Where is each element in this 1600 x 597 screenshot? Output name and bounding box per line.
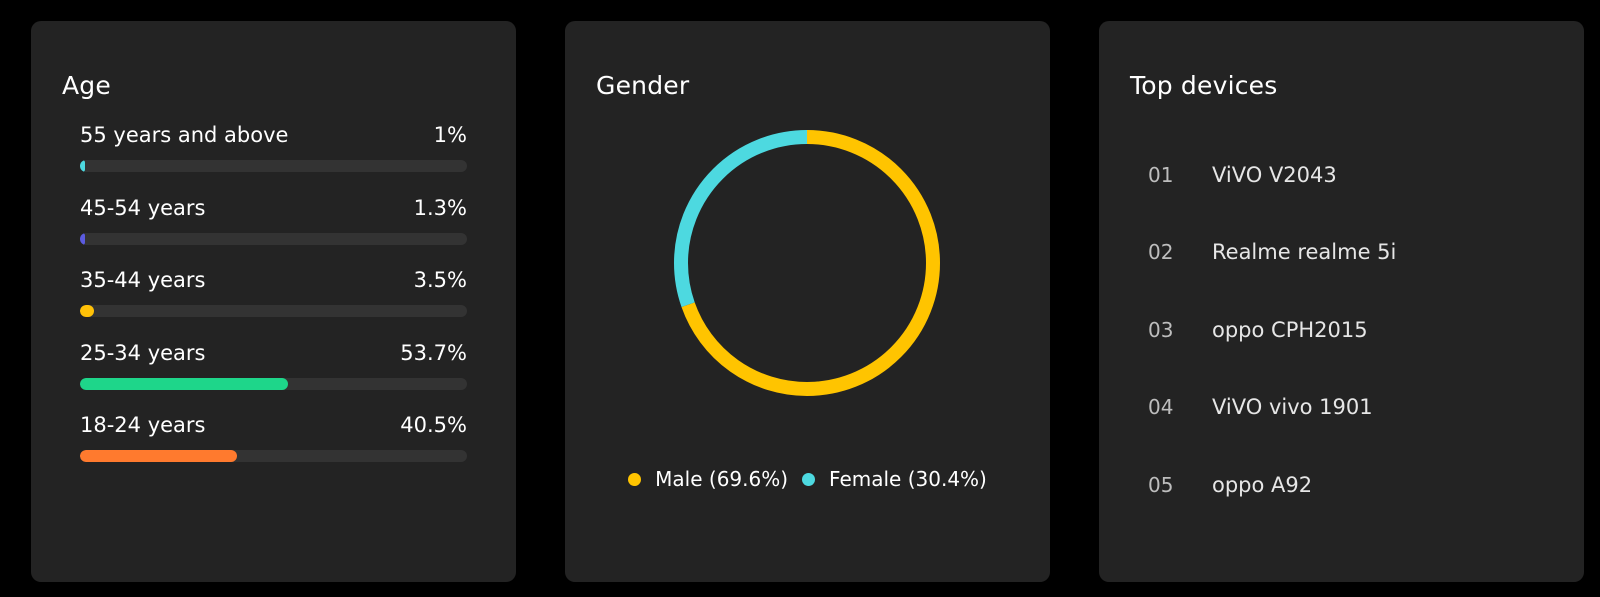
legend-label-male: Male (69.6%) [655,467,789,491]
age-title: Age [62,71,111,100]
age-row: 18-24 years 40.5% [80,412,467,485]
age-bar-track [80,305,467,317]
device-name: oppo A92 [1212,472,1313,497]
age-row: 25-34 years 53.7% [80,340,467,413]
device-list-item: 01 ViVO V2043 [1148,136,1548,214]
legend-dot-female [802,472,816,486]
age-row-value: 3.5% [413,268,467,292]
age-bar-track [80,450,467,462]
device-rank: 04 [1148,395,1174,420]
age-list: 55 years and above 1% 45-54 years 1.3% 3… [80,122,467,485]
age-row: 45-54 years 1.3% [80,195,467,268]
device-name: ViVO V2043 [1212,162,1337,187]
device-list-item: 02 Realme realme 5i [1148,214,1548,292]
age-bar-track [80,232,467,245]
gender-card: Gender Male (69.6%) Female (30.4%) [565,21,1050,582]
age-row-value: 1.3% [413,195,467,220]
top-devices-title: Top devices [1130,71,1278,100]
device-name: oppo CPH2015 [1212,317,1368,342]
device-rank: 01 [1148,162,1174,187]
age-row-label: 35-44 years [80,268,206,292]
legend-label-female: Female (30.4%) [829,467,987,491]
legend-item-male: Male (69.6%) [628,467,788,491]
device-list: 01 ViVO V2043 02 Realme realme 5i 03 opp… [1148,147,1548,524]
age-row-value: 40.5% [400,413,467,437]
age-bar-fill [80,450,237,462]
age-row-label: 55 years and above [80,123,289,147]
gender-legend: Male (69.6%) Female (30.4%) [565,467,1050,491]
device-rank: 03 [1148,317,1174,342]
age-row: 55 years and above 1% [80,122,467,195]
age-row-label: 18-24 years [80,413,206,437]
age-row-label: 25-34 years [80,340,206,365]
legend-dot-male [628,472,642,486]
device-rank: 02 [1148,240,1174,265]
age-bar-fill [80,232,86,245]
age-bar-track [80,160,467,172]
gender-donut-chart [674,130,940,396]
age-bar-fill [80,160,85,172]
dashboard: Age 55 years and above 1% 45-54 years 1.… [0,0,1600,597]
legend-item-female: Female (30.4%) [802,467,987,491]
age-bar-fill [80,305,94,317]
device-list-item: 03 oppo CPH2015 [1148,291,1548,369]
age-card: Age 55 years and above 1% 45-54 years 1.… [31,21,516,582]
age-row-label: 45-54 years [80,195,206,220]
gender-title: Gender [596,71,690,100]
device-rank: 05 [1148,472,1174,497]
age-row-value: 53.7% [400,340,467,365]
device-list-item: 04 ViVO vivo 1901 [1148,369,1548,447]
device-name: ViVO vivo 1901 [1212,395,1373,420]
top-devices-card: Top devices 01 ViVO V2043 02 Realme real… [1099,21,1584,582]
device-list-item: 05 oppo A92 [1148,446,1548,524]
age-bar-fill [80,377,288,390]
device-name: Realme realme 5i [1212,240,1397,265]
age-bar-track [80,377,467,390]
age-row: 35-44 years 3.5% [80,267,467,340]
age-row-value: 1% [433,123,467,147]
